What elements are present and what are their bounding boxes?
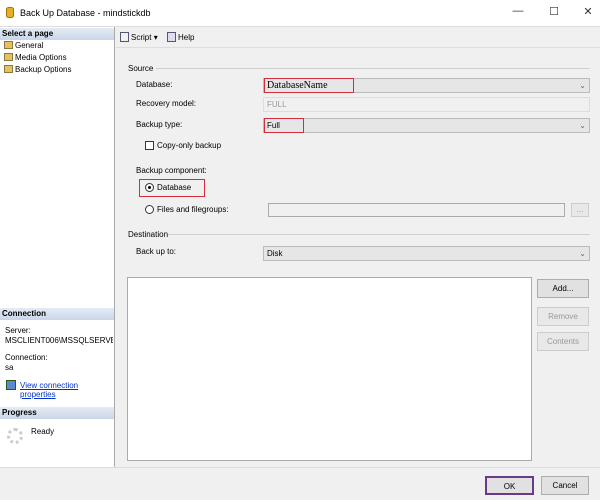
chevron-down-icon: ⌄ bbox=[579, 81, 586, 90]
database-icon bbox=[6, 7, 14, 18]
recovery-model-field: FULL bbox=[263, 97, 590, 112]
progress-header: Progress bbox=[0, 407, 114, 419]
copy-only-label: Copy-only backup bbox=[157, 141, 222, 150]
database-label: Database: bbox=[136, 80, 173, 89]
sidebar-item-label: General bbox=[15, 41, 44, 50]
database-radio-label: Database bbox=[157, 183, 192, 192]
progress-spinner-icon bbox=[7, 428, 23, 444]
close-button[interactable]: ✕ bbox=[578, 5, 598, 18]
checkbox-box bbox=[145, 141, 154, 150]
backup-component-label: Backup component: bbox=[136, 166, 207, 175]
script-button[interactable]: Script ▾ bbox=[120, 32, 158, 42]
toolbar: Script ▾ Help bbox=[116, 27, 600, 48]
sidebar-item-label: Media Options bbox=[15, 53, 67, 62]
divider bbox=[168, 234, 590, 235]
page-icon bbox=[4, 41, 13, 49]
files-filegroups-radio[interactable]: Files and filegroups: bbox=[145, 205, 229, 214]
browse-files-button: ... bbox=[571, 203, 589, 217]
server-value: MSCLIENT006\MSSQLSERVER2 bbox=[5, 336, 113, 345]
cancel-button[interactable]: Cancel bbox=[541, 476, 589, 495]
back-up-to-label: Back up to: bbox=[136, 247, 177, 256]
database-value: DatabaseName bbox=[264, 78, 354, 93]
main-panel: Script ▾ Help Source Database: DatabaseN… bbox=[116, 27, 600, 467]
backup-type-value: Full bbox=[264, 118, 304, 133]
help-button[interactable]: Help bbox=[167, 32, 194, 42]
back-up-to-select[interactable]: Disk ⌄ bbox=[263, 246, 590, 261]
database-radio[interactable]: Database bbox=[145, 183, 191, 192]
destination-header: Destination bbox=[128, 230, 169, 239]
help-label: Help bbox=[178, 33, 195, 42]
page-icon bbox=[4, 65, 13, 73]
radio-icon bbox=[145, 205, 154, 214]
sidebar-item-general[interactable]: General bbox=[4, 41, 43, 50]
destination-list[interactable] bbox=[127, 277, 532, 461]
chevron-down-icon: ⌄ bbox=[579, 249, 586, 258]
select-page-header: Select a page bbox=[0, 28, 114, 40]
help-icon bbox=[167, 32, 176, 42]
contents-button: Contents bbox=[537, 332, 589, 351]
connection-label: Connection: bbox=[5, 353, 48, 362]
chevron-down-icon: ⌄ bbox=[579, 121, 586, 130]
sidebar-item-label: Backup Options bbox=[15, 65, 72, 74]
source-header: Source bbox=[128, 64, 154, 73]
copy-only-checkbox[interactable]: Copy-only backup bbox=[145, 141, 221, 150]
minimize-button[interactable]: — bbox=[508, 5, 528, 17]
connection-value: sa bbox=[5, 363, 14, 372]
backup-type-select[interactable]: Full ⌄ bbox=[263, 118, 590, 133]
page-icon bbox=[4, 53, 13, 61]
window-title: Back Up Database - mindstickdb bbox=[20, 8, 151, 18]
left-panel: Select a page General Media Options Back… bbox=[0, 27, 115, 467]
connection-header: Connection bbox=[0, 308, 114, 320]
divider bbox=[156, 68, 590, 69]
recovery-model-label: Recovery model: bbox=[136, 99, 197, 108]
script-icon bbox=[120, 32, 129, 42]
title-bar: Back Up Database - mindstickdb — ☐ ✕ bbox=[0, 0, 600, 27]
files-radio-label: Files and filegroups: bbox=[157, 205, 229, 214]
dialog-footer: OK Cancel bbox=[0, 467, 600, 500]
radio-selected-icon bbox=[145, 183, 154, 192]
progress-status: Ready bbox=[31, 427, 55, 436]
back-up-to-value: Disk bbox=[267, 249, 283, 258]
chevron-down-icon: ▾ bbox=[153, 33, 158, 42]
sidebar-item-backup-options[interactable]: Backup Options bbox=[4, 65, 71, 74]
database-select[interactable]: DatabaseName ⌄ bbox=[263, 78, 590, 93]
remove-button: Remove bbox=[537, 307, 589, 326]
backup-type-label: Backup type: bbox=[136, 120, 183, 129]
files-filegroups-field bbox=[268, 203, 565, 217]
maximize-button[interactable]: ☐ bbox=[544, 5, 564, 18]
script-label: Script bbox=[131, 33, 152, 42]
server-label: Server: bbox=[5, 326, 31, 335]
view-connection-properties-link[interactable]: View connection properties bbox=[20, 381, 114, 399]
connection-properties-icon bbox=[6, 380, 16, 390]
ok-button[interactable]: OK bbox=[485, 476, 534, 495]
sidebar-item-media-options[interactable]: Media Options bbox=[4, 53, 67, 62]
add-button[interactable]: Add... bbox=[537, 279, 589, 298]
